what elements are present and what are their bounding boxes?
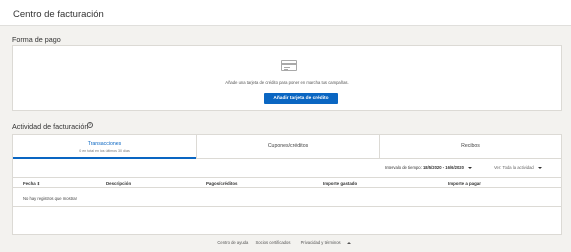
column-amount-spent: Importe gastado [323,181,358,186]
billing-activity-card: Transacciones 0 en total en los últimos … [12,134,562,235]
tab-label: Recibos [461,143,480,149]
tab-label: Transacciones [87,141,122,147]
payment-section-title: Forma de pago [12,35,61,44]
footer-link-help-center[interactable]: Centro de ayuda [217,240,248,245]
payment-description: Añade una tarjeta de crédito para poner … [225,80,349,85]
table-header: Fecha⇕ Descripción Pagos/créditos Import… [13,177,561,188]
tab-subtitle: 0 en total en los últimos 30 días [79,149,130,153]
chevron-up-icon [346,241,351,244]
column-description: Descripción [106,181,132,186]
sort-icon: ⇕ [36,181,41,186]
tab-coupons-credits[interactable]: Cupones/créditos [196,135,379,158]
footer-link-privacy-terms[interactable]: Privacidad y términos [298,240,354,245]
view-filter-dropdown[interactable]: Ver: Toda la actividad [494,165,542,170]
tab-label: Cupones/créditos [267,143,309,149]
date-range-label: Intervalo de tiempo: [385,165,422,170]
column-amount-due: Importe a pagar [448,181,481,186]
view-filter-label: Ver: Toda la actividad [494,165,534,170]
top-header: Centro de facturación [0,0,571,26]
activity-section-title: Actividad de facturación [12,122,89,131]
column-date[interactable]: Fecha⇕ [23,181,40,186]
tab-transactions[interactable]: Transacciones 0 en total en los últimos … [13,135,196,159]
chevron-down-icon [468,166,473,169]
add-credit-card-button[interactable]: Añadir tarjeta de crédito [264,93,338,104]
divider [13,206,561,207]
chevron-down-icon [537,166,542,169]
column-payments-credits: Pagos/créditos [206,181,238,186]
footer: Centro de ayuda Socios certificados Priv… [0,240,571,245]
page-title: Centro de facturación [13,9,104,20]
date-range-dropdown[interactable]: Intervalo de tiempo: 18/5/2020 - 16/6/20… [385,165,473,170]
activity-tabs: Transacciones 0 en total en los últimos … [13,135,561,159]
footer-link-certified-partners[interactable]: Socios certificados [256,240,291,245]
empty-state-message: No hay registros que mostrar [23,196,77,201]
info-icon[interactable]: ? [87,122,93,128]
date-range-value: 18/5/2020 - 16/6/2020 [422,165,464,170]
credit-card-icon [281,60,297,71]
payment-card: Añade una tarjeta de crédito para poner … [12,45,562,111]
tab-receipts[interactable]: Recibos [379,135,561,158]
